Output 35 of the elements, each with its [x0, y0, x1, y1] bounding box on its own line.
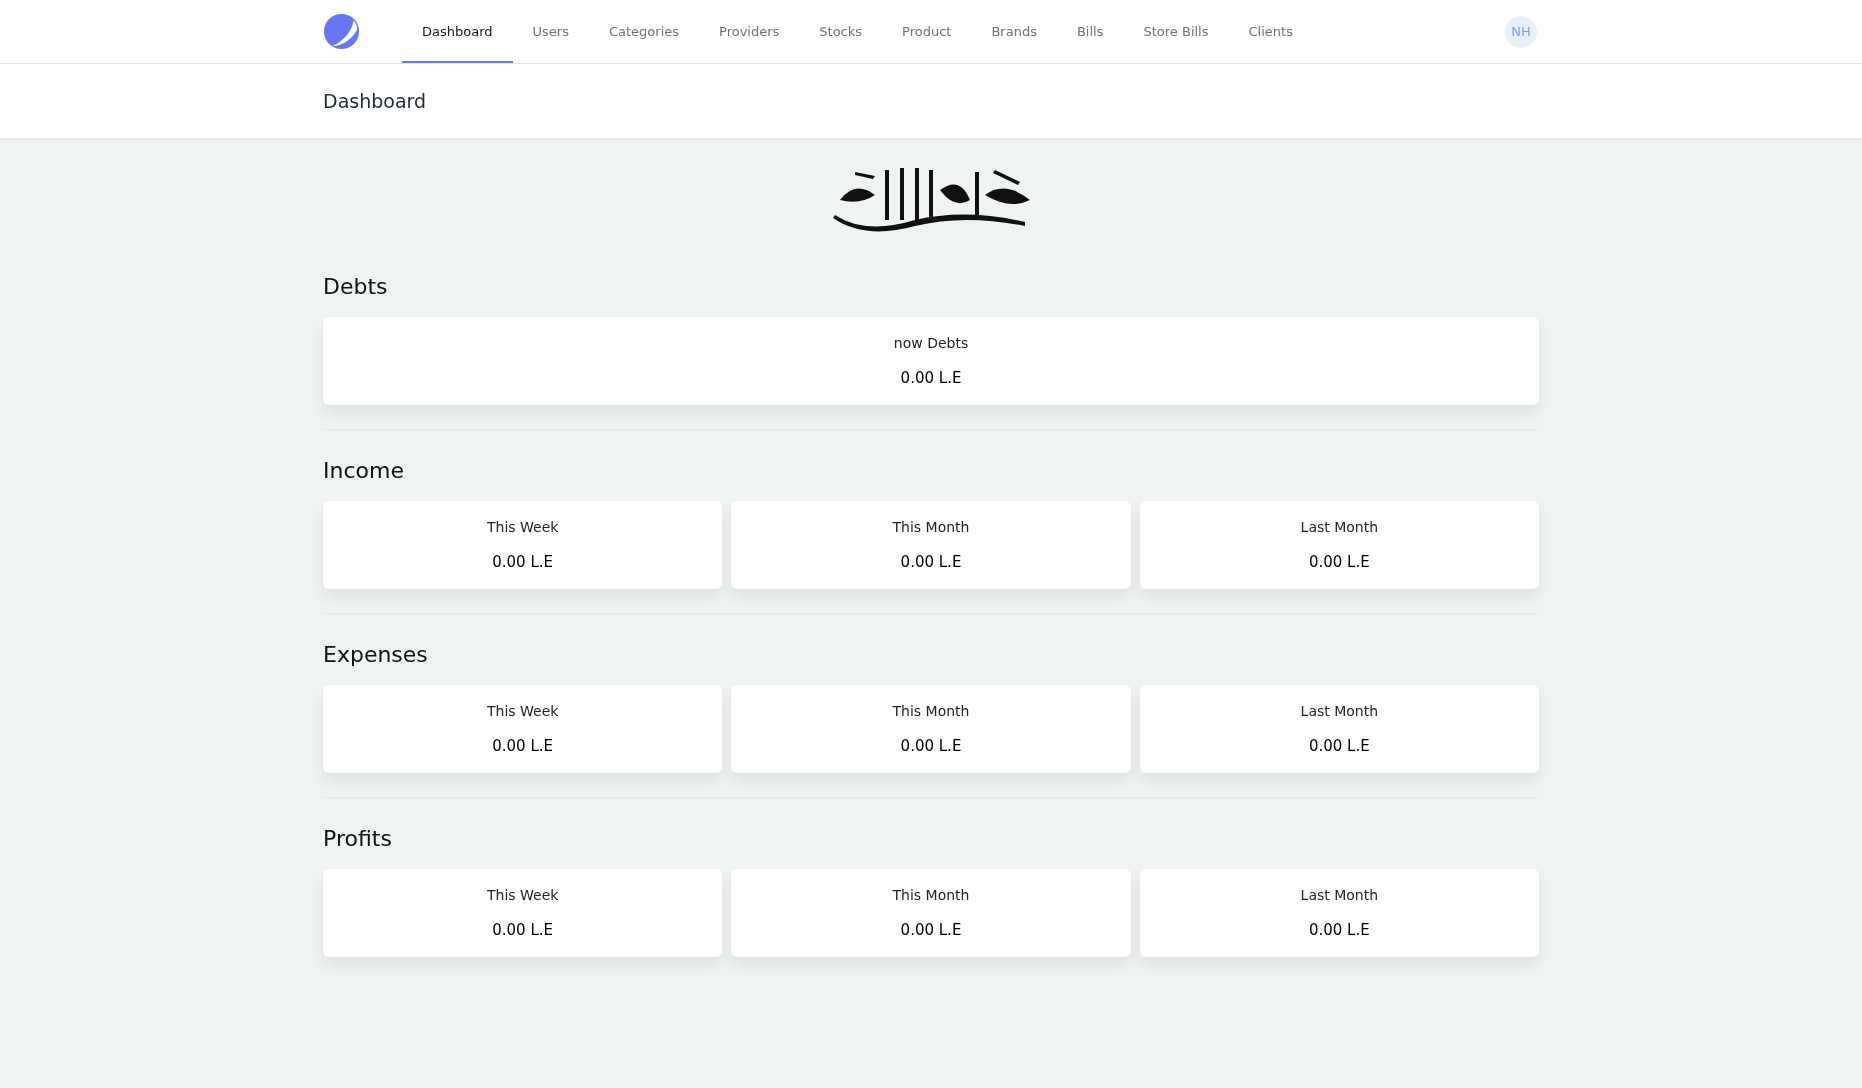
stat-label: Last Month [1300, 887, 1379, 903]
stat-value: 0.00 L.E [492, 737, 554, 755]
stat-label: This Week [486, 703, 559, 719]
stat-label: Last Month [1300, 703, 1379, 719]
stat-value: 0.00 L.E [1308, 737, 1370, 755]
stat-value: 0.00 L.E [492, 921, 554, 939]
stat-label: This Week [486, 887, 559, 903]
nav-tab[interactable]: Categories [588, 0, 699, 63]
stat-value: 0.00 L.E [900, 737, 962, 755]
nav-tab[interactable]: Stocks [799, 0, 883, 63]
stat-value: 0.00 L.E [900, 369, 962, 387]
nav-tab[interactable]: Store Bills [1123, 0, 1229, 63]
nav-tab[interactable]: Clients [1228, 0, 1313, 63]
nav-tab[interactable]: Bills [1056, 0, 1124, 63]
logo-icon [323, 13, 360, 50]
stat-value: 0.00 L.E [492, 553, 554, 571]
stat-label: This Week [486, 519, 559, 535]
stat-value: 0.00 L.E [1308, 553, 1370, 571]
stat-label: This Month [892, 703, 970, 719]
section-title: Expenses [323, 642, 429, 667]
stat-label: This Month [892, 887, 970, 903]
stat-value: 0.00 L.E [1308, 921, 1370, 939]
nav-tab[interactable]: Providers [699, 0, 800, 63]
section-title: Debts [323, 274, 389, 299]
stat-label: This Month [892, 519, 970, 535]
page-title: Dashboard [323, 90, 427, 112]
stat-value: 0.00 L.E [900, 921, 962, 939]
stat-label: Last Month [1300, 519, 1379, 535]
nav-tab[interactable]: Product [882, 0, 972, 63]
section-title: Income [323, 458, 405, 483]
section-title: Profits [323, 826, 393, 851]
stat-value: 0.00 L.E [900, 553, 962, 571]
nav-tab[interactable]: Users [512, 0, 589, 63]
nav-tab[interactable]: Brands [971, 0, 1057, 63]
stat-label: now Debts [893, 335, 969, 351]
